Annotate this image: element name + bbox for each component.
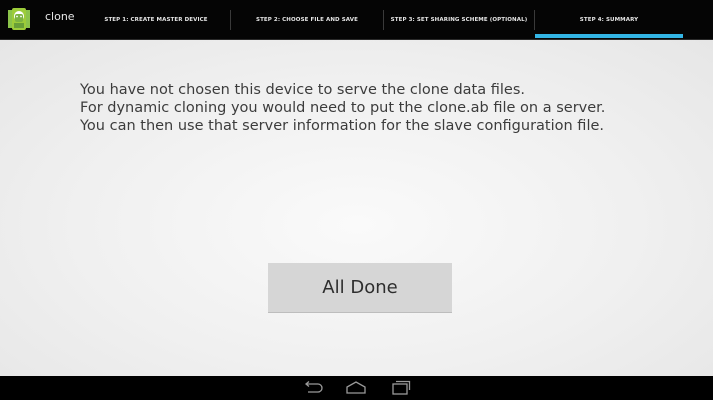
back-icon[interactable] — [301, 380, 325, 396]
action-bar: clone STEP 1: CREATE MASTER DEVICE STEP … — [0, 0, 713, 40]
tab-step-2-label: STEP 2: CHOOSE FILE AND SAVE — [256, 16, 358, 23]
tab-step-1[interactable]: STEP 1: CREATE MASTER DEVICE — [82, 0, 230, 39]
message-line: You can then use that server information… — [80, 118, 605, 134]
app-title: clone — [45, 10, 75, 23]
summary-message: You have not chosen this device to serve… — [80, 81, 680, 135]
navigation-bar — [0, 376, 713, 400]
message-line: For dynamic cloning you would need to pu… — [80, 100, 606, 116]
selected-tab-indicator — [535, 34, 683, 38]
tab-step-3[interactable]: STEP 3: SET SHARING SCHEME (OPTIONAL) — [384, 0, 534, 39]
tab-step-3-label: STEP 3: SET SHARING SCHEME (OPTIONAL) — [390, 16, 528, 23]
message-line: You have not chosen this device to serve… — [80, 82, 525, 98]
tab-step-4-label: STEP 4: SUMMARY — [579, 16, 639, 23]
content-area: You have not chosen this device to serve… — [0, 40, 713, 376]
all-done-button[interactable]: All Done — [268, 263, 452, 313]
tab-step-2[interactable]: STEP 2: CHOOSE FILE AND SAVE — [231, 0, 383, 39]
home-icon[interactable] — [344, 380, 368, 396]
tab-step-1-label: STEP 1: CREATE MASTER DEVICE — [104, 16, 208, 23]
all-done-label: All Done — [322, 277, 398, 298]
app-icon[interactable] — [8, 8, 30, 30]
recent-apps-icon[interactable] — [388, 380, 412, 396]
